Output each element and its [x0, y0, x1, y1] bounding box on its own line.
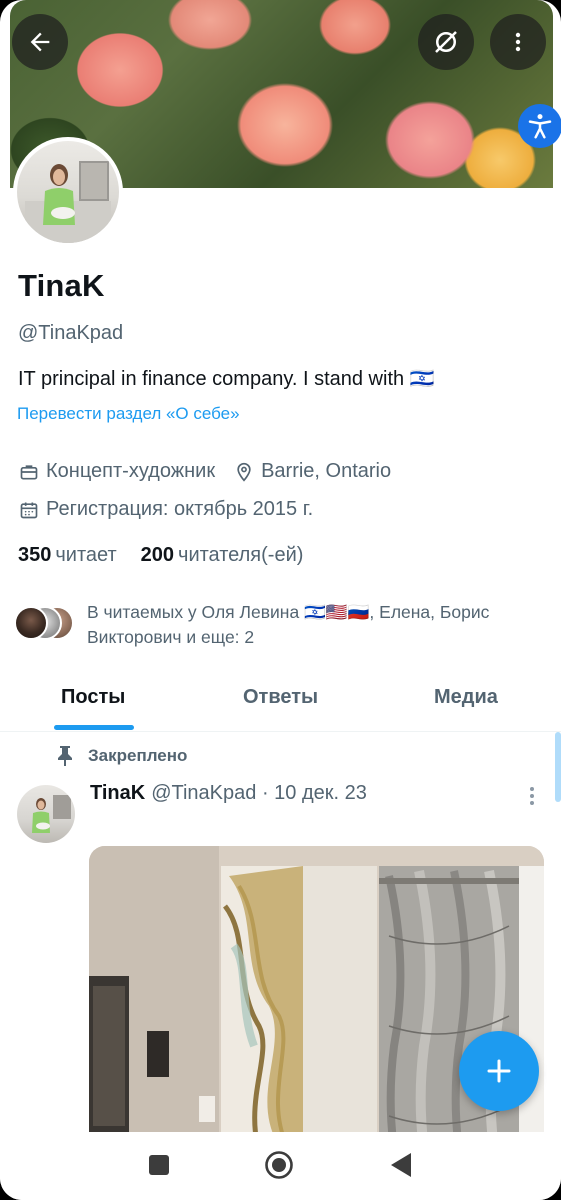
arrow-left-icon	[30, 32, 50, 52]
post-date[interactable]: · 10 дек. 23	[262, 782, 367, 804]
following-link[interactable]: 350 читает	[18, 544, 117, 567]
post-author-avatar[interactable]	[17, 785, 75, 843]
more-options-button[interactable]	[490, 14, 546, 70]
triangle-back-icon	[391, 1153, 411, 1177]
active-tab-indicator	[54, 725, 134, 730]
post-author-handle[interactable]: @TinaKpad	[151, 782, 256, 804]
followers-label: читателя(-ей)	[178, 544, 304, 566]
scroll-indicator	[555, 732, 561, 802]
followers-link[interactable]: 200 читателя(-ей)	[141, 544, 304, 567]
accessibility-button[interactable]	[518, 104, 561, 148]
post-author-name[interactable]: TinaK	[90, 782, 145, 804]
post-more-button[interactable]	[522, 784, 542, 808]
recent-apps-button[interactable]	[144, 1150, 174, 1180]
tab-posts[interactable]: Посты	[61, 686, 125, 709]
profile-handle: @TinaKpad	[18, 322, 124, 344]
profile-profession: Концепт-художник	[46, 460, 216, 482]
profile-tabs: Посты Ответы Медиа	[0, 670, 561, 732]
profile-location-text: Barrie, Ontario	[261, 460, 392, 482]
profile-meta-row: Концепт-художник Barrie, Ontario	[18, 460, 391, 483]
post-header: TinaK @TinaKpad · 10 дек. 23	[90, 782, 367, 805]
location-pin-icon	[233, 461, 255, 483]
tab-media[interactable]: Медиа	[434, 686, 498, 709]
profile-name: TinaK	[18, 268, 105, 303]
back-button[interactable]	[12, 14, 68, 70]
profile-joined: Регистрация: октябрь 2015 г.	[46, 498, 314, 520]
pinned-text: Закреплено	[88, 746, 188, 765]
followed-by-section[interactable]: В читаемых у Оля Левина 🇮🇱🇺🇸🇷🇺, Елена, Б…	[14, 600, 554, 652]
home-circle-icon	[265, 1151, 293, 1179]
more-vertical-icon	[515, 32, 521, 52]
translate-bio-link[interactable]: Перевести раздел «О себе»	[17, 404, 240, 424]
follow-stats: 350 читает 200 читателя(-ей)	[18, 544, 303, 567]
followers-count: 200	[140, 544, 175, 566]
more-vertical-icon	[530, 787, 534, 805]
following-label: читает	[55, 544, 117, 566]
profile-avatar[interactable]	[13, 137, 123, 247]
followed-by-text: В читаемых у Оля Левина 🇮🇱🇺🇸🇷🇺, Елена, Б…	[87, 602, 490, 647]
pinned-label: Закреплено	[56, 745, 187, 767]
back-nav-button[interactable]	[386, 1150, 416, 1180]
calendar-icon	[18, 499, 40, 521]
follower-avatar	[14, 606, 48, 640]
compose-post-button[interactable]	[459, 1031, 539, 1111]
tab-replies[interactable]: Ответы	[243, 686, 318, 709]
no-search-icon	[435, 31, 457, 53]
profile-screen: TinaK @TinaKpad IT principal in finance …	[0, 0, 561, 1200]
no-search-button[interactable]	[418, 14, 474, 70]
briefcase-icon	[18, 461, 40, 483]
system-navigation-bar	[0, 1132, 561, 1200]
home-button[interactable]	[264, 1150, 294, 1180]
following-count: 350	[18, 544, 52, 566]
profile-location: Barrie, Ontario	[233, 460, 391, 483]
profile-bio: IT principal in finance company. I stand…	[18, 368, 435, 390]
pin-icon	[56, 745, 74, 767]
square-icon	[149, 1155, 169, 1175]
accessibility-icon	[528, 114, 552, 139]
plus-icon	[487, 1059, 511, 1083]
profile-joined-row: Регистрация: октябрь 2015 г.	[18, 498, 313, 521]
avatar-photo	[17, 141, 119, 243]
